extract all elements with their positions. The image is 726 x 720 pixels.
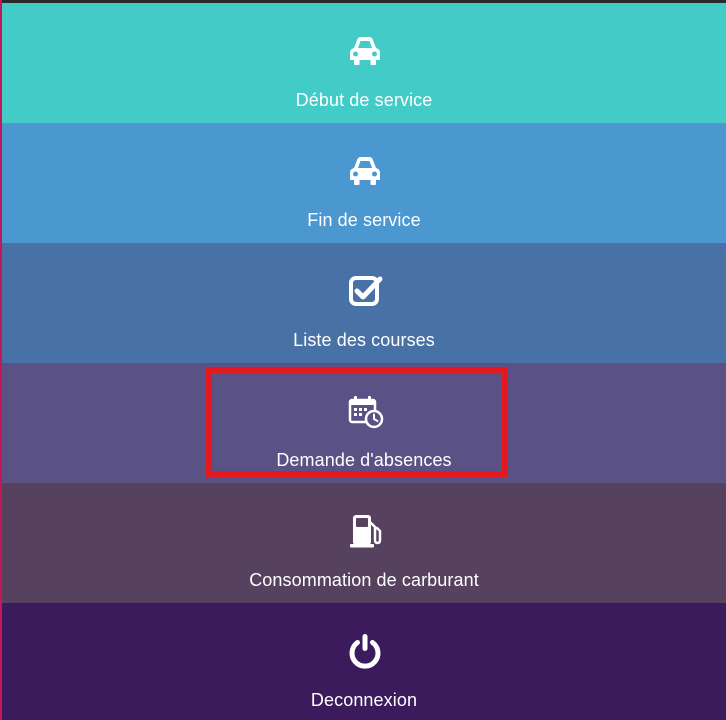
menu-item-liste-des-courses[interactable]: Liste des courses bbox=[2, 243, 726, 363]
menu-item-label: Consommation de carburant bbox=[249, 570, 479, 590]
car-icon bbox=[343, 29, 387, 73]
menu-item-label: Deconnexion bbox=[310, 690, 418, 710]
menu-item-label: Début de service bbox=[295, 90, 433, 110]
menu-item-label: Demande d'absences bbox=[276, 450, 452, 470]
car-icon bbox=[343, 149, 387, 193]
calendar-clock-icon bbox=[343, 389, 387, 433]
power-icon bbox=[343, 629, 387, 673]
menu-item-demande-d-absences[interactable]: Demande d'absences bbox=[2, 363, 726, 483]
menu-item-fin-de-service[interactable]: Fin de service bbox=[2, 123, 726, 243]
checkbox-checked-icon bbox=[343, 269, 387, 313]
menu-item-label: Fin de service bbox=[307, 210, 421, 230]
main-menu: Début de service Fin de service Liste de… bbox=[2, 3, 726, 720]
menu-item-consommation-de-carburant[interactable]: Consommation de carburant bbox=[2, 483, 726, 603]
fuel-pump-icon bbox=[343, 509, 387, 553]
menu-item-label: Liste des courses bbox=[293, 330, 435, 350]
menu-item-deconnexion[interactable]: Deconnexion bbox=[2, 603, 726, 720]
menu-item-debut-de-service[interactable]: Début de service bbox=[2, 3, 726, 123]
